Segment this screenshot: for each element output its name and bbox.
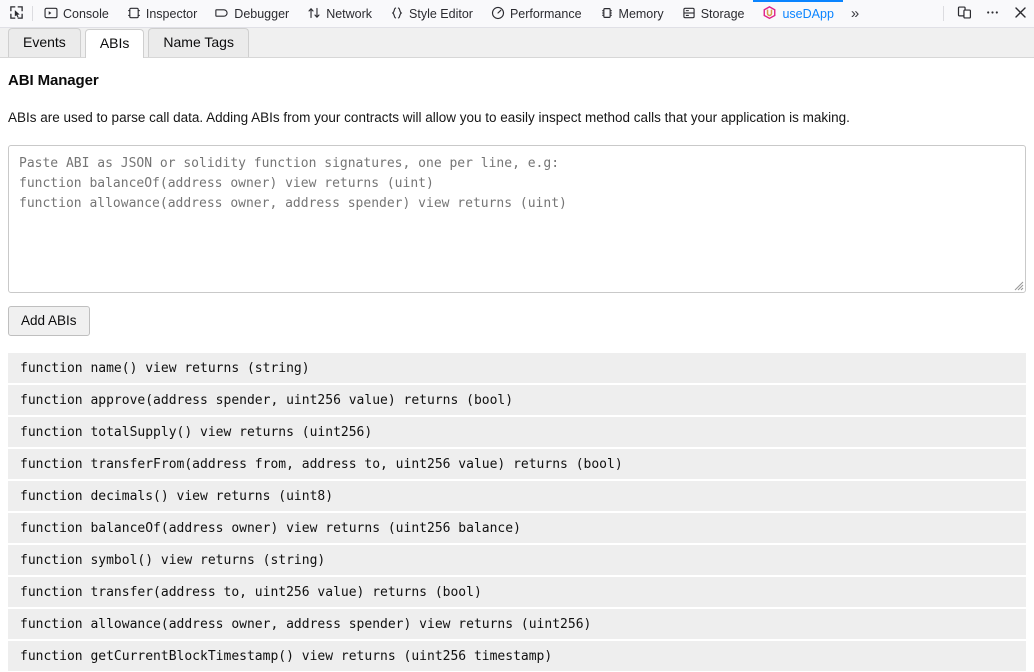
tool-tab-console[interactable]: Console bbox=[35, 0, 118, 27]
tool-tab-network[interactable]: Network bbox=[298, 0, 381, 27]
tool-tab-label: Inspector bbox=[145, 7, 198, 22]
memory-icon bbox=[600, 6, 614, 23]
devtools-toolbar: Console Inspector Debugger Network Style… bbox=[0, 0, 1034, 28]
abi-manager-panel: ABI Manager ABIs are used to parse call … bbox=[0, 72, 1034, 672]
storage-icon bbox=[682, 6, 696, 23]
tool-tab-label: Console bbox=[63, 7, 109, 22]
close-devtools-button[interactable] bbox=[1006, 0, 1034, 27]
abi-list-item[interactable]: function allowance(address owner, addres… bbox=[8, 609, 1026, 642]
tool-tabs-overflow-button[interactable]: » bbox=[843, 0, 867, 27]
devtools-tool-tabs: Console Inspector Debugger Network Style… bbox=[35, 0, 941, 27]
close-icon bbox=[1013, 5, 1028, 23]
abi-list-item[interactable]: function decimals() view returns (uint8) bbox=[8, 481, 1026, 514]
abi-list-item[interactable]: function balanceOf(address owner) view r… bbox=[8, 513, 1026, 546]
tool-tab-storage[interactable]: Storage bbox=[673, 0, 754, 27]
element-picker-button[interactable] bbox=[0, 0, 32, 27]
page-description: ABIs are used to parse call data. Adding… bbox=[8, 110, 850, 125]
tab-abis[interactable]: ABIs bbox=[84, 29, 145, 58]
tool-tab-label: Storage bbox=[700, 7, 745, 22]
page-title: ABI Manager bbox=[8, 72, 99, 89]
tool-tab-performance[interactable]: Performance bbox=[482, 0, 591, 27]
performance-icon bbox=[491, 6, 505, 23]
style-editor-icon bbox=[390, 6, 404, 23]
tool-tab-label: Memory bbox=[618, 7, 664, 22]
responsive-design-mode-button[interactable] bbox=[950, 0, 978, 27]
devtools-settings-menu-button[interactable] bbox=[978, 0, 1006, 27]
abi-list-item[interactable]: function transfer(address to, uint256 va… bbox=[8, 577, 1026, 610]
tool-tab-label: Network bbox=[326, 7, 373, 22]
abi-list-item[interactable]: function getCurrentBlockTimestamp() view… bbox=[8, 641, 1026, 672]
toolbar-divider bbox=[943, 6, 944, 21]
toolbar-divider bbox=[32, 6, 33, 21]
tool-tab-label: Style Editor bbox=[409, 7, 473, 22]
abi-list-item[interactable]: function totalSupply() view returns (uin… bbox=[8, 417, 1026, 450]
meatball-menu-icon bbox=[985, 5, 1000, 23]
tool-tab-style-editor[interactable]: Style Editor bbox=[381, 0, 482, 27]
abi-list-item[interactable]: function symbol() view returns (string) bbox=[8, 545, 1026, 578]
tool-tab-debugger[interactable]: Debugger bbox=[206, 0, 298, 27]
tool-tab-memory[interactable]: Memory bbox=[591, 0, 673, 27]
inspector-icon bbox=[127, 6, 141, 23]
network-icon bbox=[307, 6, 321, 23]
tool-tab-label: useDApp bbox=[782, 7, 834, 22]
tab-name-tags[interactable]: Name Tags bbox=[148, 28, 249, 57]
abi-input-wrapper bbox=[8, 144, 1026, 293]
abi-list-item[interactable]: function approve(address spender, uint25… bbox=[8, 385, 1026, 418]
devtools-toolbar-right bbox=[941, 0, 1034, 27]
abi-input-textarea[interactable] bbox=[8, 144, 1026, 293]
panel-tabstrip: Events ABIs Name Tags bbox=[0, 28, 1034, 58]
chevron-double-right-icon: » bbox=[850, 5, 860, 22]
tool-tab-inspector[interactable]: Inspector bbox=[118, 0, 206, 27]
abi-list-item[interactable]: function transferFrom(address from, addr… bbox=[8, 449, 1026, 482]
abi-list-item[interactable]: function name() view returns (string) bbox=[8, 353, 1026, 386]
abi-list: function name() view returns (string) fu… bbox=[8, 352, 1026, 672]
element-picker-icon bbox=[9, 5, 24, 23]
add-abis-button[interactable]: Add ABIs bbox=[8, 305, 90, 337]
usedapp-icon bbox=[762, 5, 777, 24]
debugger-icon bbox=[215, 6, 229, 23]
tab-events[interactable]: Events bbox=[8, 28, 81, 57]
console-icon bbox=[44, 6, 58, 23]
tool-tab-label: Debugger bbox=[234, 7, 290, 22]
tool-tab-usedapp[interactable]: useDApp bbox=[753, 0, 843, 27]
responsive-design-icon bbox=[957, 5, 972, 23]
tool-tab-label: Performance bbox=[509, 7, 582, 22]
